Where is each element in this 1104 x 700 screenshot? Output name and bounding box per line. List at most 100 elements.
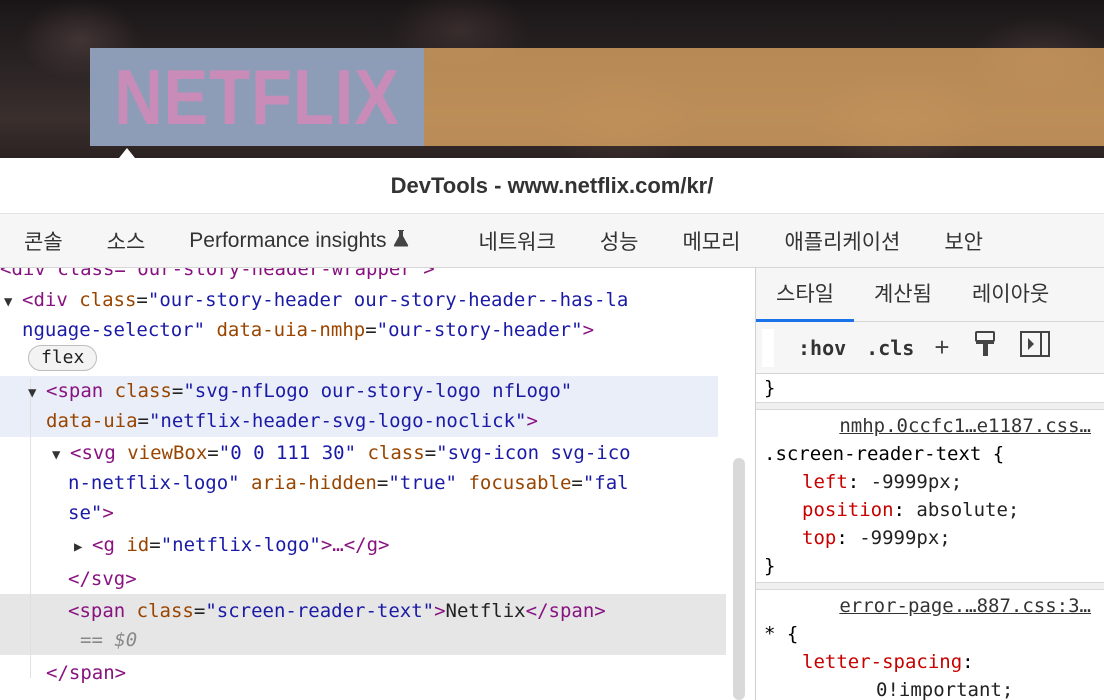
- dom-node-line[interactable]: n-netflix-logo" aria-hidden="true" focus…: [68, 468, 726, 498]
- prop-value: -9999px;: [859, 527, 951, 549]
- tag-text: </span>: [46, 662, 127, 684]
- dom-node-line-current[interactable]: <span class="screen-reader-text">Netflix…: [68, 596, 726, 626]
- attr-value: "netflix-logo": [160, 534, 321, 556]
- attr-value: "our-story-header": [376, 319, 583, 341]
- tag-text: </svg>: [68, 568, 137, 590]
- attr-value: "fal: [582, 472, 629, 494]
- rule-selector[interactable]: .screen-reader-text {: [756, 440, 1104, 468]
- tab-label: 애플리케이션: [784, 230, 901, 254]
- netflix-logo: NETFLIX: [114, 53, 400, 141]
- tab-label: 콘솔: [24, 230, 63, 254]
- attr-value: "svg-nfLogo our-story-logo nfLogo": [183, 380, 573, 402]
- rule-close-brace: }: [764, 377, 776, 399]
- equals: =: [149, 534, 161, 556]
- equals: =: [424, 442, 437, 464]
- tab-console[interactable]: 콘솔: [24, 226, 63, 256]
- tab-security[interactable]: 보안: [944, 226, 983, 256]
- dom-node-line[interactable]: </span>: [46, 658, 726, 688]
- attr-value: nguage-selector": [22, 319, 206, 341]
- attr-name: class: [367, 442, 425, 464]
- tab-application[interactable]: 애플리케이션: [784, 226, 900, 256]
- tab-layout[interactable]: 레이아웃: [952, 268, 1069, 322]
- dom-node-line[interactable]: nguage-selector" data-uia-nmhp="our-stor…: [22, 315, 726, 345]
- attr-value: "netflix-header-svg-logo-noclick": [148, 410, 527, 432]
- tab-label: 소스: [106, 230, 146, 254]
- tag-text: <span: [68, 600, 126, 622]
- prop-name: top: [802, 527, 837, 549]
- tag-text: >: [582, 319, 595, 341]
- rule-selector[interactable]: * {: [756, 620, 1104, 648]
- declaration-value[interactable]: 0!important;: [756, 676, 1104, 700]
- tab-label: 네트워크: [478, 230, 556, 254]
- attr-value: se": [68, 502, 103, 524]
- declaration[interactable]: position: absolute;: [756, 496, 1104, 524]
- tab-sources[interactable]: 소스: [107, 226, 146, 256]
- declaration[interactable]: top: -9999px;: [756, 524, 1104, 552]
- toggle-sidebar-icon[interactable]: [1019, 331, 1050, 364]
- styles-toolbar: :hov .cls +: [756, 322, 1104, 374]
- rule-source-link[interactable]: error-page.…887.css:3…: [756, 592, 1104, 620]
- equals: =: [571, 472, 583, 494]
- attr-value: "our-story-header our-story-header--has-…: [147, 289, 629, 311]
- tab-styles[interactable]: 스타일: [756, 268, 854, 322]
- declaration[interactable]: left: -9999px;: [756, 468, 1104, 496]
- style-rule: error-page.…887.css:3… * { letter-spacin…: [756, 592, 1104, 700]
- attr-name: class: [114, 380, 172, 402]
- attr-value: "true": [388, 472, 457, 494]
- add-rule-button[interactable]: +: [934, 332, 949, 363]
- dom-node-line[interactable]: data-uia="netflix-header-svg-logo-noclic…: [46, 406, 726, 436]
- hov-button[interactable]: :hov: [798, 336, 846, 360]
- tree-guide-line: [30, 378, 31, 678]
- style-rule: nmhp.0ccfc1…e1187.css… .screen-reader-te…: [756, 412, 1104, 580]
- styles-pane: 스타일 계산됨 레이아웃 :hov .cls + } nmhp.0ccfc1…e…: [755, 268, 1104, 700]
- tag-text: <g: [92, 534, 115, 556]
- tag-text: >…</g>: [320, 534, 390, 556]
- tab-label: 메모리: [682, 230, 741, 254]
- expand-triangle-right-icon[interactable]: ▶: [74, 532, 92, 562]
- dom-node-line[interactable]: ▼ <svg viewBox="0 0 111 30" class="svg-ic…: [52, 438, 726, 468]
- style-rule-end: }: [756, 374, 1104, 402]
- equals: =: [136, 289, 148, 311]
- elements-panel[interactable]: <div class="our-story-header-wrapper"> ▼…: [0, 268, 726, 700]
- equals: =: [171, 380, 184, 402]
- tag-text: <span: [46, 380, 104, 402]
- dom-node-line[interactable]: ▼ <div class="our-story-header our-story-…: [4, 285, 726, 315]
- filter-input[interactable]: [762, 328, 774, 367]
- tab-network[interactable]: 네트워크: [479, 226, 556, 256]
- attr-name: viewBox: [127, 442, 208, 464]
- prop-value: absolute;: [916, 499, 1020, 521]
- tab-computed[interactable]: 계산됨: [854, 268, 952, 322]
- prop-name: left: [802, 471, 848, 493]
- tag-text: <div: [22, 289, 68, 311]
- tab-performance[interactable]: 성능: [600, 226, 639, 256]
- expand-triangle-icon[interactable]: ▼: [4, 287, 22, 317]
- flex-badge[interactable]: flex: [28, 345, 98, 371]
- attr-value: n-netflix-logo": [68, 472, 240, 494]
- dom-node-line[interactable]: ▶ <g id="netflix-logo">…</g>: [74, 530, 726, 560]
- tab-performance-insights[interactable]: Performance insights: [189, 229, 408, 253]
- expand-triangle-icon[interactable]: ▼: [52, 440, 70, 470]
- dom-node-line[interactable]: </svg>: [68, 564, 726, 594]
- dom-node-line[interactable]: <div class="our-story-header-wrapper">: [0, 268, 726, 284]
- equals: =: [376, 472, 389, 494]
- dom-node-line[interactable]: se">: [68, 498, 726, 528]
- prop-name: letter-spacing: [802, 651, 963, 673]
- attr-value: "0 0 111 30": [218, 442, 357, 464]
- declaration[interactable]: letter-spacing:: [756, 648, 1104, 676]
- attr-name: id: [126, 534, 150, 556]
- paint-brush-icon[interactable]: [972, 330, 998, 365]
- window-title: DevTools - www.netflix.com/kr/: [390, 172, 714, 198]
- dom-node-line-selected[interactable]: ▼ <span class="svg-nfLogo our-story-logo …: [28, 376, 726, 406]
- elements-scrollbar[interactable]: [733, 458, 745, 700]
- equals: =: [137, 410, 149, 432]
- tag-text: <div class="our-story-header-wrapper">: [0, 268, 435, 280]
- expand-triangle-icon[interactable]: ▼: [28, 378, 46, 408]
- equals: =: [193, 600, 206, 622]
- tab-memory[interactable]: 메모리: [682, 226, 740, 256]
- rule-source-link[interactable]: nmhp.0ccfc1…e1187.css…: [756, 412, 1104, 440]
- cls-button[interactable]: .cls: [866, 336, 914, 360]
- attr-name: class: [136, 600, 194, 622]
- attr-name: aria-hidden: [251, 472, 377, 494]
- rule-separator: [756, 402, 1104, 410]
- node-text: Netflix: [445, 600, 526, 622]
